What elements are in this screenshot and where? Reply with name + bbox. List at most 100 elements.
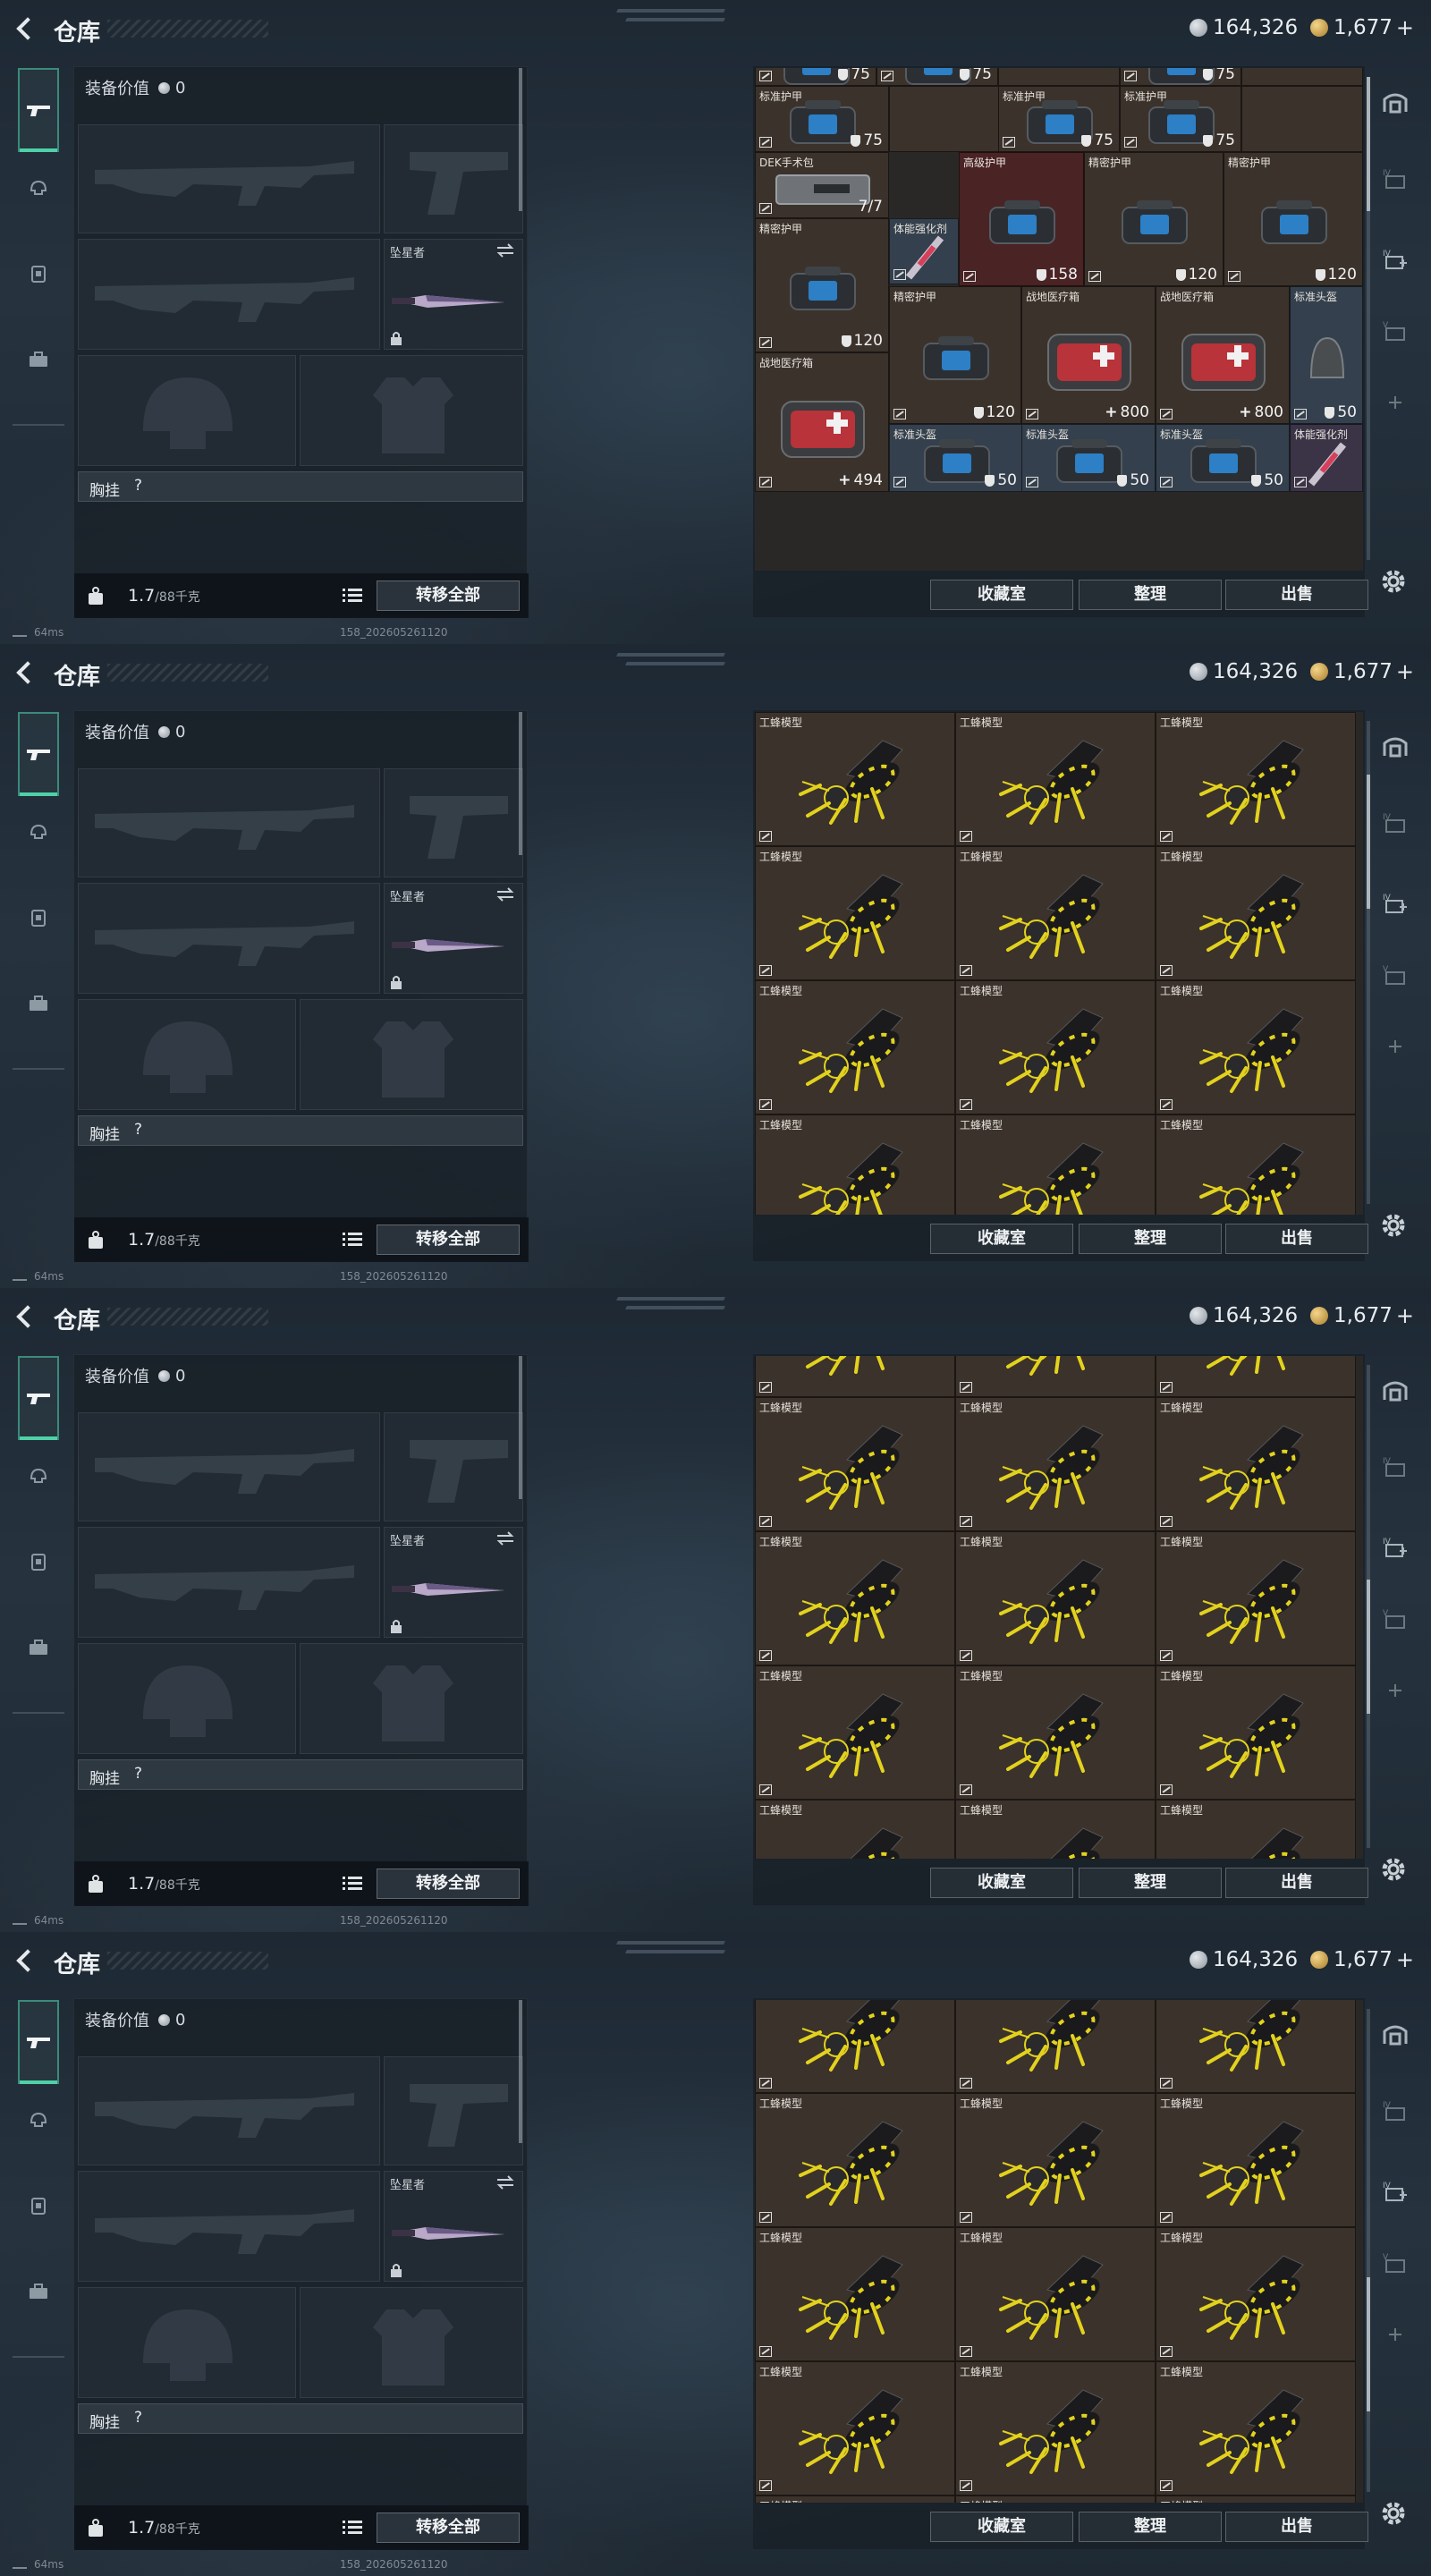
- nav-helmet[interactable]: [18, 812, 59, 852]
- primary-weapon-slot[interactable]: [78, 124, 380, 233]
- loadout-scrollbar[interactable]: [519, 1356, 522, 1499]
- stash-item[interactable]: 工蜂模型: [1156, 846, 1356, 980]
- stash-item[interactable]: 工蜂模型: [955, 2496, 1156, 2503]
- stash-scrollbar[interactable]: [1367, 721, 1370, 1204]
- chest-rig-slot[interactable]: 胸挂 ?: [78, 1759, 523, 1790]
- nav-helmet[interactable]: [18, 1456, 59, 1496]
- primary-weapon-slot[interactable]: [78, 768, 380, 877]
- sort-button[interactable]: 整理: [1079, 1868, 1222, 1898]
- sell-button[interactable]: 出售: [1225, 2512, 1368, 2542]
- stash-item[interactable]: 工蜂模型: [1156, 980, 1356, 1114]
- stash-item[interactable]: 工蜂模型: [955, 1114, 1156, 1215]
- storage-tab-iv[interactable]: IV: [1377, 805, 1413, 841]
- storage-tab-iv[interactable]: IV: [1377, 161, 1413, 197]
- stash-item[interactable]: 工蜂模型: [755, 1397, 955, 1531]
- stash-item[interactable]: 工蜂模型: [1156, 1665, 1356, 1800]
- add-gold-icon[interactable]: +: [1396, 659, 1414, 684]
- stash-item[interactable]: 标准头盔 50: [1290, 286, 1363, 424]
- stash-item[interactable]: 工蜂模型: [955, 1531, 1156, 1665]
- favorites-button[interactable]: 收藏室: [930, 1224, 1073, 1254]
- stash-item[interactable]: 工蜂模型: [955, 846, 1156, 980]
- transfer-all-button[interactable]: 转移全部: [377, 1224, 520, 1255]
- stash-item[interactable]: 工蜂模型: [755, 1356, 955, 1397]
- stash-item[interactable]: 75: [876, 68, 998, 86]
- stash-item[interactable]: 工蜂模型: [1156, 1356, 1356, 1397]
- primary-weapon-slot[interactable]: [78, 2056, 380, 2165]
- add-gold-icon[interactable]: +: [1396, 1303, 1414, 1328]
- storage-tab-iv[interactable]: IV: [1377, 1449, 1413, 1485]
- stash-item[interactable]: 工蜂模型: [1156, 2361, 1356, 2496]
- chest-rig-help-icon[interactable]: ?: [134, 477, 142, 495]
- stash-item[interactable]: DEK手术包 7/7: [755, 152, 889, 218]
- stash-item[interactable]: 工蜂模型: [1156, 2000, 1356, 2093]
- nav-backpack[interactable]: [18, 984, 59, 1023]
- stash-item[interactable]: 工蜂模型: [955, 1665, 1156, 1800]
- stash-item[interactable]: 工蜂模型: [955, 980, 1156, 1114]
- stash-item[interactable]: 工蜂模型: [755, 1665, 955, 1800]
- back-arrow-icon[interactable]: [13, 658, 39, 685]
- stash-empty-cell[interactable]: [1241, 68, 1363, 86]
- sell-button[interactable]: 出售: [1225, 1868, 1368, 1898]
- gold-currency[interactable]: 1,677 +: [1310, 14, 1414, 41]
- stash-scrollbar[interactable]: [1367, 1365, 1370, 1848]
- gold-currency[interactable]: 1,677 +: [1310, 1946, 1414, 1973]
- storage-tab-iv-plus[interactable]: IV: [1377, 2174, 1413, 2209]
- stash-item[interactable]: 战地医疗箱 +800: [1021, 286, 1156, 424]
- loadout-scrollbar[interactable]: [519, 2000, 522, 2143]
- stash-scrollbar[interactable]: [1367, 77, 1370, 560]
- stash-item[interactable]: 体能强化剂: [889, 218, 959, 284]
- stash-item[interactable]: 工蜂模型: [955, 1356, 1156, 1397]
- helmet-slot[interactable]: [78, 1643, 296, 1754]
- stash-item[interactable]: 工蜂模型: [955, 1397, 1156, 1531]
- nav-weapons[interactable]: [18, 68, 59, 152]
- secondary-weapon-slot[interactable]: [384, 768, 523, 877]
- stash-scroll-thumb[interactable]: [1367, 1580, 1370, 1714]
- stash-item[interactable]: 工蜂模型: [1156, 712, 1356, 846]
- stash-item[interactable]: 标准护甲 75: [755, 86, 889, 152]
- nav-armor[interactable]: [18, 2186, 59, 2225]
- stash-item[interactable]: 工蜂模型: [755, 1531, 955, 1665]
- gold-currency[interactable]: 1,677 +: [1310, 658, 1414, 685]
- armor-slot[interactable]: [300, 2287, 523, 2398]
- favorites-button[interactable]: 收藏室: [930, 580, 1073, 610]
- stash-item[interactable]: 工蜂模型: [1156, 1114, 1356, 1215]
- chest-rig-slot[interactable]: 胸挂 ?: [78, 471, 523, 502]
- secondary-weapon-slot[interactable]: [384, 1412, 523, 1521]
- swap-icon[interactable]: [495, 2175, 515, 2190]
- chest-rig-slot[interactable]: 胸挂 ?: [78, 2403, 523, 2434]
- stash-item[interactable]: 高级护甲 158: [959, 152, 1084, 286]
- stash-item[interactable]: 工蜂模型: [755, 2093, 955, 2227]
- storage-tab-v[interactable]: V: [1377, 313, 1413, 349]
- storage-tab-iv-plus[interactable]: IV: [1377, 1530, 1413, 1565]
- stash-item[interactable]: 战地医疗箱 +494: [755, 352, 889, 492]
- back-arrow-icon[interactable]: [13, 1946, 39, 1973]
- stash-item[interactable]: 工蜂模型: [1156, 2093, 1356, 2227]
- back-arrow-icon[interactable]: [13, 1302, 39, 1329]
- nav-helmet[interactable]: [18, 168, 59, 208]
- primary-weapon-slot-2[interactable]: [78, 1527, 380, 1638]
- stash-item[interactable]: 工蜂模型: [1156, 1531, 1356, 1665]
- add-storage-tab[interactable]: [1377, 385, 1413, 420]
- nav-weapons[interactable]: [18, 2000, 59, 2084]
- loadout-scrollbar[interactable]: [519, 712, 522, 855]
- swap-icon[interactable]: [495, 243, 515, 258]
- stash-item[interactable]: 工蜂模型: [755, 1800, 955, 1859]
- nav-backpack[interactable]: [18, 1628, 59, 1667]
- stash-item[interactable]: 精密护甲 120: [755, 218, 889, 352]
- add-storage-tab[interactable]: [1377, 1029, 1413, 1064]
- storage-tab-iv[interactable]: IV: [1377, 2093, 1413, 2129]
- chest-rig-slot[interactable]: 胸挂 ?: [78, 1115, 523, 1146]
- stash-item[interactable]: 工蜂模型: [755, 2496, 955, 2503]
- stash-item[interactable]: 工蜂模型: [955, 2361, 1156, 2496]
- stash-item[interactable]: 工蜂模型: [755, 980, 955, 1114]
- sort-button[interactable]: 整理: [1079, 580, 1222, 610]
- back-arrow-icon[interactable]: [13, 14, 39, 41]
- storage-tab-iv-plus[interactable]: IV: [1377, 242, 1413, 277]
- primary-weapon-slot-2[interactable]: [78, 883, 380, 994]
- nav-armor[interactable]: [18, 1542, 59, 1581]
- nav-armor[interactable]: [18, 254, 59, 293]
- list-icon[interactable]: [343, 1876, 362, 1892]
- stash-item[interactable]: 75: [1120, 68, 1241, 86]
- settings-icon[interactable]: [1376, 1852, 1411, 1887]
- primary-weapon-slot-2[interactable]: [78, 239, 380, 350]
